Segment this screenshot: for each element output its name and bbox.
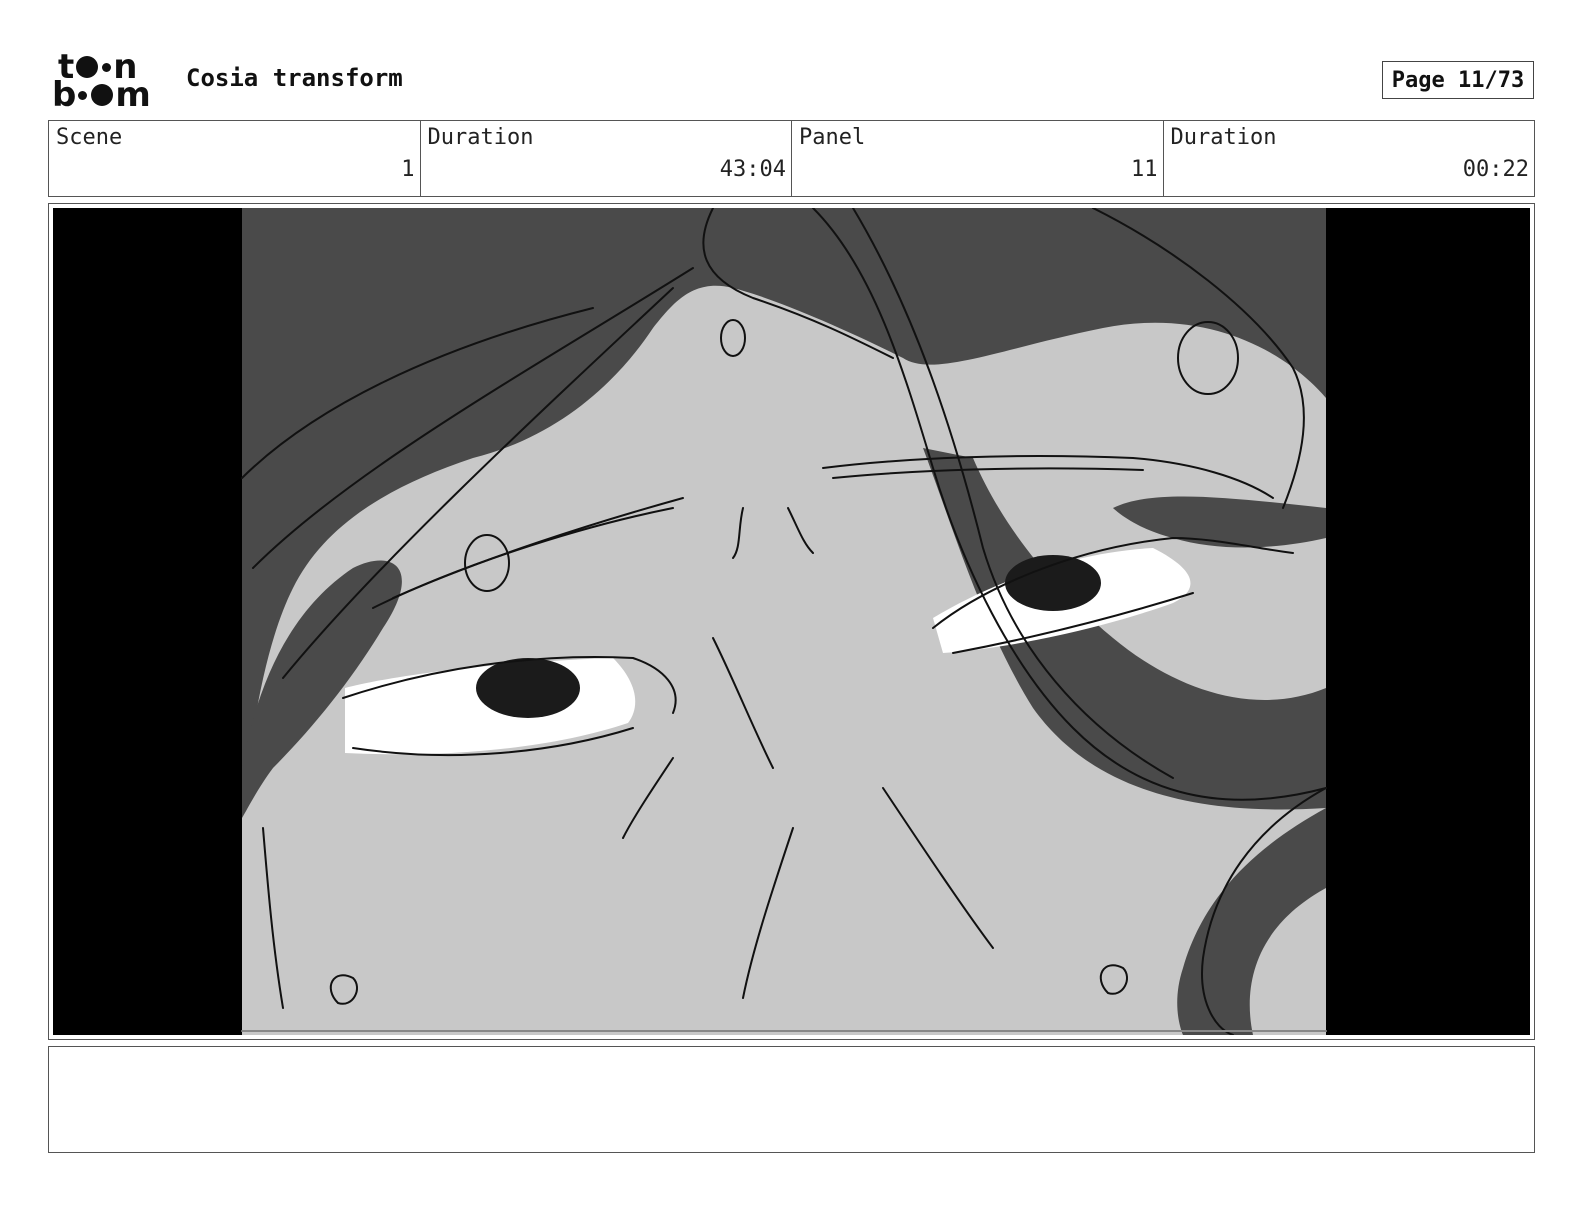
logo-dot: [91, 84, 114, 106]
logo-dot: [76, 56, 99, 78]
panel-duration-value: 00:22: [1462, 157, 1529, 182]
panel-duration-label: Duration: [1170, 125, 1277, 150]
panel-notes-box: [48, 1046, 1535, 1153]
scene-duration-value: 43:04: [719, 157, 786, 182]
storyboard-panel-image: [53, 208, 1530, 1035]
panel-value: 11: [1131, 157, 1158, 182]
scene-value: 1: [401, 157, 415, 182]
page-indicator: Page 11/73: [1382, 61, 1534, 99]
logo-letter-m: m: [115, 75, 151, 115]
panel-label: Panel: [799, 125, 866, 150]
logo-dot: [78, 90, 88, 100]
page-indicator-label: Page 11/73: [1391, 67, 1525, 93]
scene-duration-cell: Duration 43:04: [421, 121, 792, 196]
right-iris: [1005, 555, 1101, 611]
toonboom-logo: t n b m: [52, 50, 164, 115]
panel-frame: [48, 203, 1535, 1040]
panel-duration-cell: Duration 00:22: [1164, 121, 1535, 196]
scene-duration-label: Duration: [427, 125, 534, 150]
left-iris: [476, 658, 580, 718]
sketch-drawing: [53, 208, 1530, 1035]
scene-cell: Scene 1: [49, 121, 421, 196]
scene-label: Scene: [56, 125, 123, 150]
logo-letter-b: b: [52, 75, 77, 115]
logo-dot: [102, 62, 112, 72]
panel-cell: Panel 11: [792, 121, 1164, 196]
scene-info-table: Scene 1 Duration 43:04 Panel 11 Duration…: [48, 120, 1535, 197]
storyboard-title: Cosia transform: [186, 64, 403, 92]
logo-bottom-row: b m: [52, 75, 151, 115]
